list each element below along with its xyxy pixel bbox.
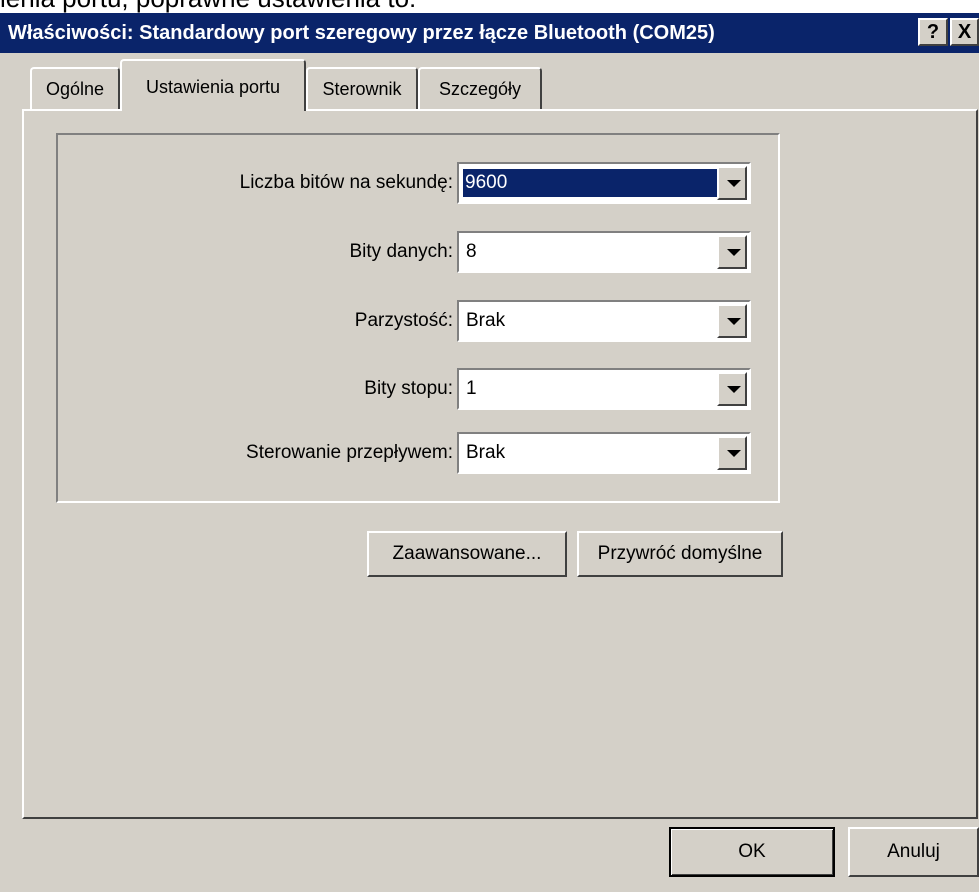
cancel-button[interactable]: Anuluj	[848, 827, 979, 877]
data-bits-value: 8	[466, 241, 477, 262]
chevron-down-icon	[727, 318, 741, 325]
advanced-button[interactable]: Zaawansowane...	[367, 531, 567, 577]
advanced-button-label: Zaawansowane...	[392, 543, 542, 564]
bits-per-second-value: 9600	[463, 169, 717, 197]
restore-defaults-button[interactable]: Przywróć domyślne	[577, 531, 783, 577]
bits-per-second-dropdown-button[interactable]	[717, 166, 747, 200]
tab-details-label: Szczegóły	[438, 79, 522, 99]
ok-button-label: OK	[738, 841, 766, 862]
tab-driver[interactable]: Sterownik	[306, 67, 418, 109]
help-button[interactable]: ?	[918, 18, 948, 46]
ok-button[interactable]: OK	[669, 827, 835, 877]
tab-driver-label: Sterownik	[322, 79, 402, 99]
title-bar[interactable]: Właściwości: Standardowy port szeregowy …	[0, 13, 979, 53]
parity-select[interactable]: Brak	[457, 300, 751, 342]
parity-value: Brak	[466, 310, 506, 331]
tab-details[interactable]: Szczegóły	[418, 67, 542, 109]
data-bits-select[interactable]: 8	[457, 231, 751, 273]
parity-dropdown-button[interactable]	[717, 304, 747, 338]
stop-bits-value: 1	[466, 378, 477, 399]
flow-control-select[interactable]: Brak	[457, 432, 751, 474]
chevron-down-icon	[727, 450, 741, 457]
flow-control-label: Sterowanie przepływem:	[246, 442, 453, 463]
bits-per-second-select[interactable]: 9600	[457, 162, 751, 204]
bits-per-second-label: Liczba bitów na sekundę:	[239, 172, 453, 193]
tab-port-settings[interactable]: Ustawienia portu	[120, 59, 306, 111]
close-icon: X	[957, 21, 972, 43]
tab-general[interactable]: Ogólne	[30, 67, 120, 109]
stop-bits-label: Bity stopu:	[364, 378, 453, 399]
tab-port-settings-label: Ustawienia portu	[145, 77, 281, 97]
chevron-down-icon	[727, 180, 741, 187]
stop-bits-select[interactable]: 1	[457, 368, 751, 410]
flow-control-dropdown-button[interactable]	[717, 436, 747, 470]
chevron-down-icon	[727, 249, 741, 256]
stop-bits-dropdown-button[interactable]	[717, 372, 747, 406]
data-bits-dropdown-button[interactable]	[717, 235, 747, 269]
cancel-button-label: Anuluj	[887, 841, 940, 862]
flow-control-value: Brak	[466, 442, 506, 463]
restore-defaults-button-label: Przywróć domyślne	[597, 543, 763, 564]
window-title: Właściwości: Standardowy port szeregowy …	[8, 22, 715, 44]
parity-label: Parzystość:	[354, 310, 453, 331]
tab-general-label: Ogólne	[45, 79, 105, 99]
chevron-down-icon	[727, 386, 741, 393]
help-icon: ?	[926, 21, 940, 43]
close-button[interactable]: X	[950, 18, 979, 46]
data-bits-label: Bity danych:	[349, 241, 454, 262]
